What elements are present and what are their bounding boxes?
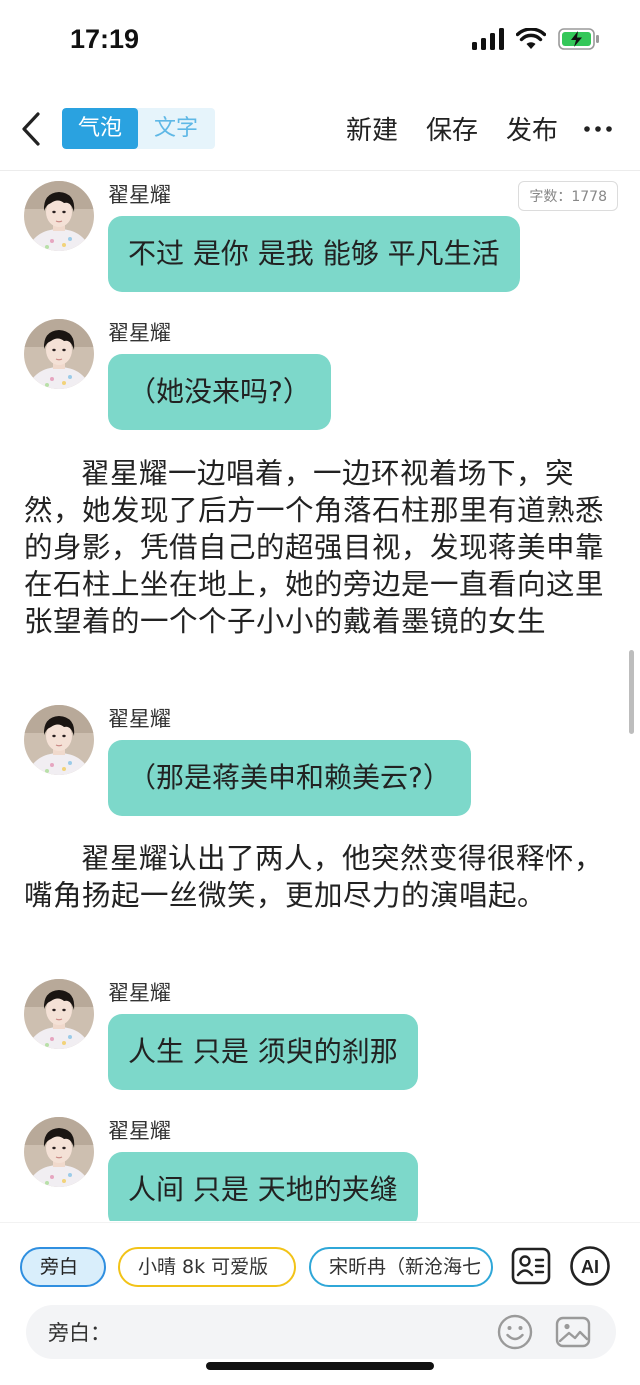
chat-bubble[interactable]: （那是蒋美申和赖美云?） xyxy=(108,740,471,816)
ai-icon[interactable]: AI xyxy=(569,1245,611,1287)
scrollbar-thumb[interactable] xyxy=(629,650,634,734)
battery-charging-icon xyxy=(558,28,599,50)
speaker-name: 翟星耀 xyxy=(108,1119,171,1143)
image-icon[interactable] xyxy=(554,1313,592,1351)
publish-button[interactable]: 发布 xyxy=(506,110,558,147)
home-indicator xyxy=(206,1362,434,1370)
emoji-icon[interactable] xyxy=(496,1313,534,1351)
status-bar: 17:19 xyxy=(0,0,640,86)
avatar[interactable] xyxy=(24,705,94,775)
story-content[interactable]: 字数：1778 翟星耀 不过 是你 是我 能够 平凡生活 翟星耀 （她没来吗?）… xyxy=(0,171,640,1221)
narration-text[interactable]: 翟星耀一边唱着，一边环视着场下，突然，她发现了后方一个角落石柱那里有道熟悉的身影… xyxy=(24,455,604,640)
chat-bubble[interactable]: （她没来吗?） xyxy=(108,354,331,430)
role-chip-narration[interactable]: 旁白 xyxy=(20,1247,106,1287)
new-button[interactable]: 新建 xyxy=(346,110,398,147)
bottom-panel: 旁白 小晴 8k 可爱版 宋昕冉（新沧海七 AI 旁白： xyxy=(0,1222,640,1385)
back-icon[interactable] xyxy=(18,110,48,148)
tab-bubble[interactable]: 气泡 xyxy=(62,108,138,149)
input-role-label: 旁白： xyxy=(48,1321,111,1345)
avatar[interactable] xyxy=(24,319,94,389)
avatar[interactable] xyxy=(24,181,94,251)
role-chip-songxinran[interactable]: 宋昕冉（新沧海七 xyxy=(309,1247,493,1287)
speaker-name: 翟星耀 xyxy=(108,707,171,731)
status-time: 17:19 xyxy=(70,24,140,54)
input-bar: 旁白： xyxy=(26,1305,616,1359)
narration-text[interactable]: 翟星耀认出了两人，他突然变得很释怀，嘴角扬起一丝微笑，更加尽力的演唱起。 xyxy=(24,840,604,914)
role-card-icon[interactable] xyxy=(510,1245,552,1287)
chat-bubble[interactable]: 不过 是你 是我 能够 平凡生活 xyxy=(108,216,520,292)
avatar[interactable] xyxy=(24,979,94,1049)
chat-bubble[interactable]: 人间 只是 天地的夹缝 xyxy=(108,1152,418,1221)
wifi-icon xyxy=(516,28,546,49)
mode-switch: 气泡 文字 xyxy=(62,108,215,149)
save-button[interactable]: 保存 xyxy=(426,110,478,147)
speaker-name: 翟星耀 xyxy=(108,981,171,1005)
ai-label: AI xyxy=(581,1257,599,1277)
speaker-name: 翟星耀 xyxy=(108,183,171,207)
avatar[interactable] xyxy=(24,1117,94,1187)
signal-icon xyxy=(472,28,504,50)
tab-text[interactable]: 文字 xyxy=(138,108,214,149)
editor-nav-bar: 气泡 文字 新建 保存 发布 xyxy=(0,96,640,166)
role-chip-xiaoqing[interactable]: 小晴 8k 可爱版 xyxy=(118,1247,296,1287)
chat-bubble[interactable]: 人生 只是 须臾的刹那 xyxy=(108,1014,418,1090)
more-icon[interactable] xyxy=(584,126,612,132)
word-count-badge: 字数：1778 xyxy=(518,181,618,211)
speaker-name: 翟星耀 xyxy=(108,321,171,345)
status-icons xyxy=(472,28,600,50)
message-input[interactable] xyxy=(126,1315,486,1349)
